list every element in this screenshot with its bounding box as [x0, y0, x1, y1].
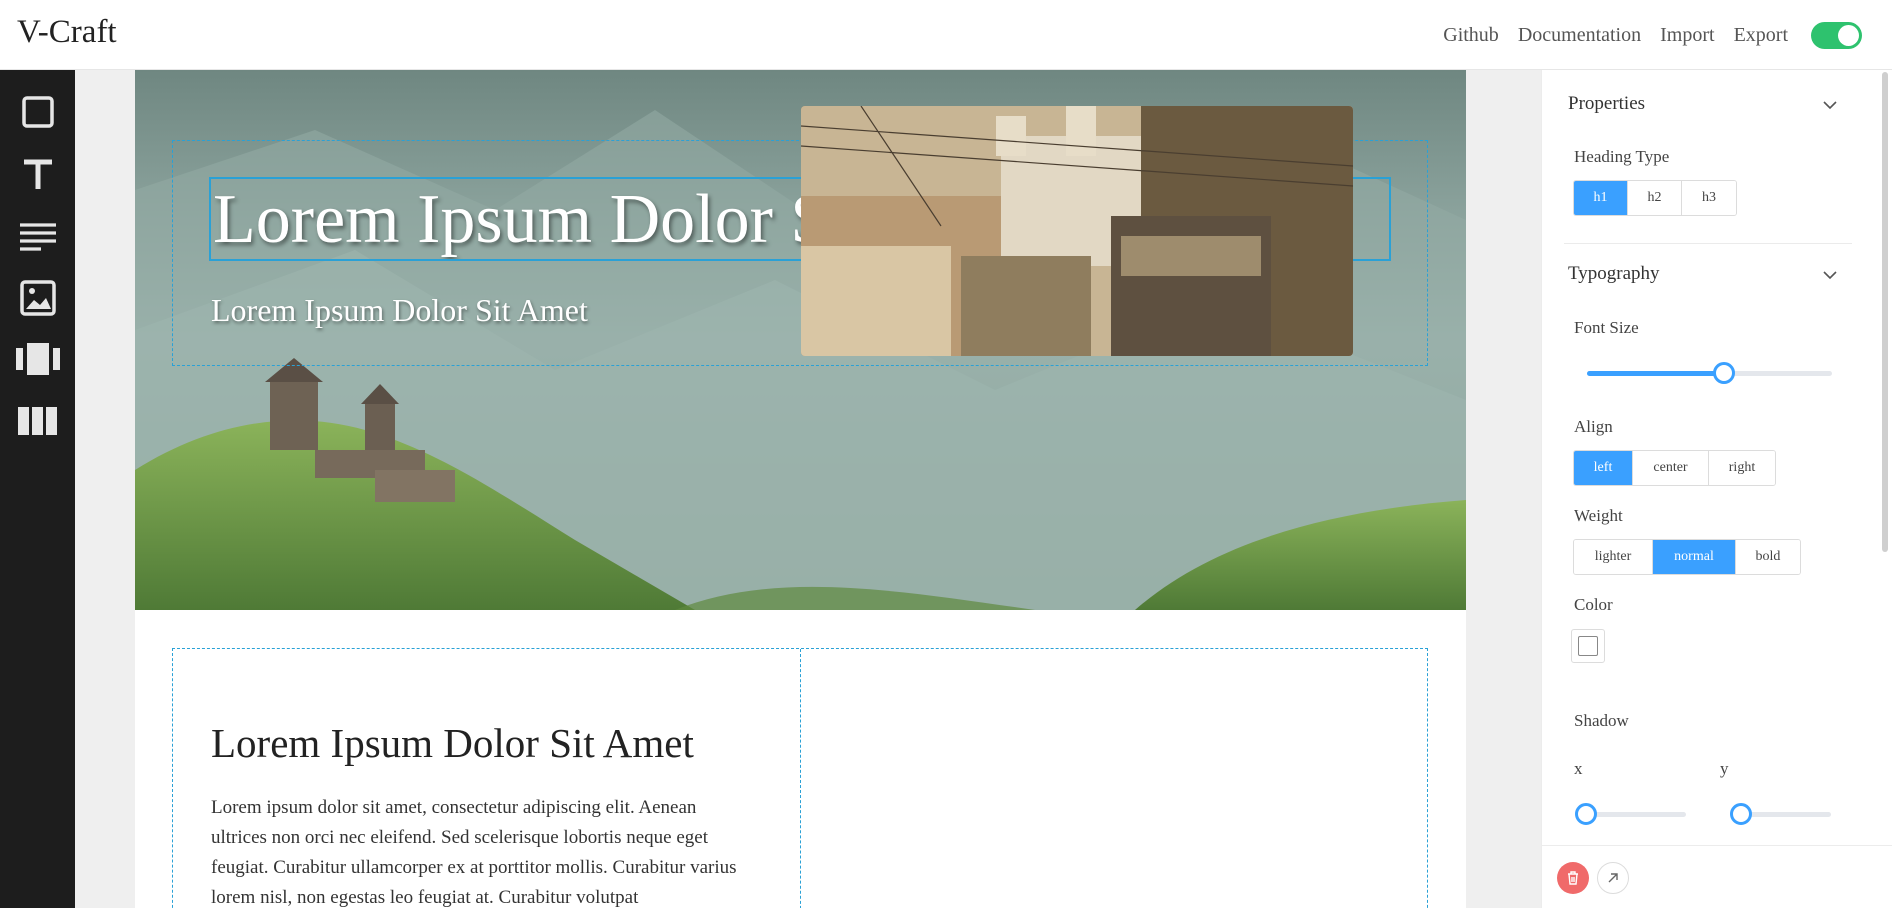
weight-bold-button[interactable]: bold	[1736, 540, 1800, 574]
arrow-up-right-icon	[1608, 873, 1618, 883]
nav-documentation-link[interactable]: Documentation	[1518, 24, 1641, 47]
font-size-slider-handle[interactable]	[1713, 362, 1735, 384]
align-group: left center right	[1573, 450, 1776, 486]
section-heading[interactable]: Lorem Ipsum Dolor Sit Amet	[211, 719, 694, 767]
color-label: Color	[1574, 595, 1613, 614]
two-column-row[interactable]: Lorem Ipsum Dolor Sit Amet Lorem ipsum d…	[172, 648, 1428, 908]
properties-panel: Properties Heading Type h1 h2 h3 Typogra…	[1541, 70, 1892, 908]
columns-icon[interactable]	[14, 397, 62, 445]
panel-scrollbar[interactable]	[1882, 72, 1888, 552]
left-column[interactable]: Lorem Ipsum Dolor Sit Amet Lorem ipsum d…	[173, 649, 801, 908]
carousel-icon[interactable]	[14, 335, 62, 383]
delete-button[interactable]	[1557, 862, 1589, 894]
font-size-slider-fill	[1587, 371, 1724, 376]
heading-type-h3-button[interactable]: h3	[1682, 181, 1736, 215]
weight-lighter-button[interactable]: lighter	[1574, 540, 1653, 574]
shadow-label: Shadow	[1574, 711, 1629, 730]
paragraph-icon[interactable]	[14, 212, 62, 260]
nav-import-link[interactable]: Import	[1660, 24, 1714, 47]
font-size-slider[interactable]	[1587, 362, 1832, 384]
shadow-x-slider[interactable]	[1575, 803, 1686, 825]
heading-type-label: Heading Type	[1574, 147, 1670, 166]
image-icon[interactable]	[14, 274, 62, 322]
trash-icon	[1568, 871, 1578, 885]
typography-section-title[interactable]: Typography	[1568, 263, 1660, 285]
properties-section-title[interactable]: Properties	[1568, 93, 1645, 115]
editor-canvas[interactable]: Lorem Ipsum Dolor Sit Amet Lorem Ipsum D…	[75, 70, 1541, 908]
container-icon[interactable]	[14, 88, 62, 136]
align-center-button[interactable]: center	[1633, 451, 1709, 485]
heading-type-h1-button[interactable]: h1	[1574, 181, 1628, 215]
tram-photo[interactable]	[801, 106, 1353, 356]
heading-type-group: h1 h2 h3	[1573, 180, 1737, 216]
align-label: Align	[1574, 417, 1613, 436]
component-toolbar	[0, 70, 75, 908]
panel-footer-divider	[1542, 845, 1892, 846]
shadow-y-label: y	[1720, 759, 1729, 778]
preview-toggle[interactable]	[1811, 21, 1862, 49]
hero-subheading[interactable]: Lorem Ipsum Dolor Sit Amet	[211, 292, 588, 329]
top-nav: Github Documentation Import Export	[1443, 0, 1862, 70]
weight-label: Weight	[1574, 506, 1623, 525]
select-parent-button[interactable]	[1597, 862, 1629, 894]
app-header: V-Craft Github Documentation Import Expo…	[0, 0, 1892, 70]
color-picker[interactable]	[1571, 629, 1605, 663]
align-left-button[interactable]: left	[1574, 451, 1633, 485]
toggle-knob	[1838, 24, 1859, 46]
color-swatch	[1578, 636, 1598, 656]
font-size-label: Font Size	[1574, 318, 1639, 337]
shadow-x-slider-handle[interactable]	[1575, 803, 1597, 825]
text-icon[interactable]	[14, 150, 62, 198]
shadow-x-label: x	[1574, 759, 1583, 778]
align-right-button[interactable]: right	[1709, 451, 1775, 485]
section-paragraph[interactable]: Lorem ipsum dolor sit amet, consectetur …	[211, 793, 751, 908]
heading-type-h2-button[interactable]: h2	[1628, 181, 1682, 215]
chevron-down-icon[interactable]	[1822, 267, 1838, 283]
brand-logo[interactable]: V-Craft	[17, 14, 117, 51]
section-divider	[1564, 243, 1852, 244]
tram-photo-image	[801, 106, 1353, 356]
weight-normal-button[interactable]: normal	[1653, 540, 1736, 574]
nav-github-link[interactable]: Github	[1443, 24, 1499, 47]
shadow-y-slider[interactable]	[1730, 803, 1831, 825]
chevron-down-icon[interactable]	[1822, 97, 1838, 113]
shadow-y-slider-handle[interactable]	[1730, 803, 1752, 825]
nav-export-link[interactable]: Export	[1734, 24, 1788, 47]
page-frame[interactable]: Lorem Ipsum Dolor Sit Amet Lorem Ipsum D…	[135, 70, 1466, 908]
weight-group: lighter normal bold	[1573, 539, 1801, 575]
